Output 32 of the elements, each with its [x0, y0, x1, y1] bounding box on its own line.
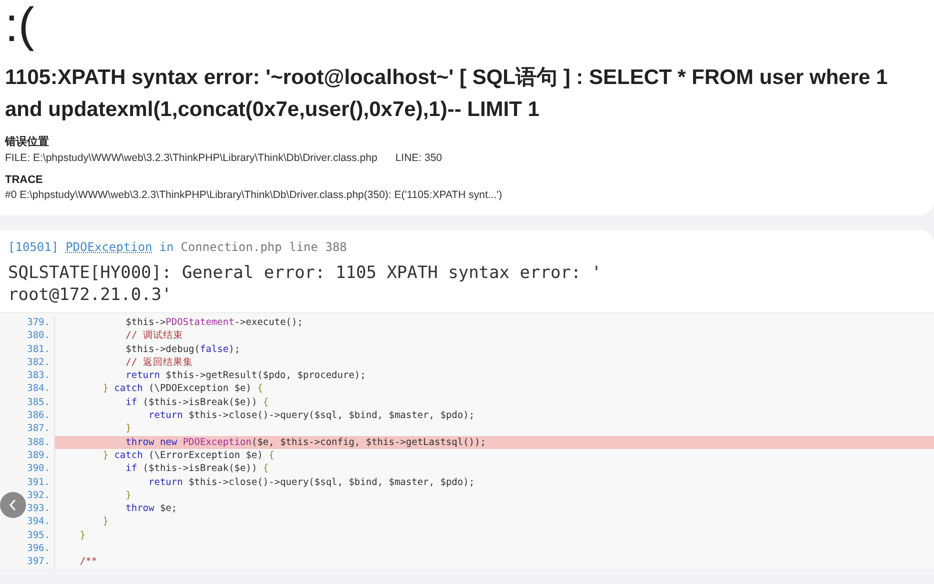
- error-code: [10501]: [8, 240, 59, 254]
- code-line: // 调试结束: [124, 329, 183, 343]
- code-line: throw $e;: [124, 502, 178, 516]
- section-heading: 错误位置: [5, 134, 50, 149]
- section-heading: TRACE: [5, 174, 44, 186]
- code-line: $this->PDOStatement->execute();: [124, 316, 303, 330]
- file-path: FILE: E:\phpstudy\WWW\web\3.2.3\ThinkPHP\Library\Think\Db\Driver.class.php: [5, 152, 378, 164]
- chevron-left-icon: [9, 499, 17, 511]
- code-line: }: [78, 528, 86, 542]
- code-line: /**: [78, 555, 98, 569]
- line-number-text: LINE: 350: [395, 152, 442, 164]
- code-line: } catch (\PDOException $e) {: [102, 382, 263, 396]
- sad-face-text: :(: [5, 0, 36, 52]
- code-line: }: [102, 515, 108, 529]
- code-line: if ($this->isBreak($e)) {: [124, 396, 269, 410]
- in-label: in: [159, 240, 174, 254]
- code-line: if ($this->isBreak($e)) {: [124, 462, 269, 476]
- code-line: return $this->getResult($pdo, $procedure);: [124, 369, 366, 382]
- exception-link[interactable]: PDOException: [66, 240, 152, 254]
- error-message: 1105:XPATH syntax error: '~root@localhost~' [ SQL语句 ] : SELECT * FROM user where 1 and updatexml(1,concat(0x7e,user(),0x7e),1)-- LIMIT 1: [5, 65, 889, 123]
- code-line: return $this->close()->query($sql, $bind, $master, $pdo);: [148, 476, 475, 489]
- code-line: } catch (\ErrorException $e) {: [102, 448, 274, 462]
- code-line: return $this->close()->query($sql, $bind, $master, $pdo);: [148, 409, 475, 422]
- trace-line: #0 E:\phpstudy\WWW\web\3.2.3\ThinkPHP\Library\Think\Db\Driver.class.php(350): E('1105:XPATH synt...'): [5, 189, 504, 201]
- line-number: 388.: [0, 436, 55, 449]
- exception-message: SQLSTATE[HY000]: General error: 1105 XPATH syntax error: ' root@172.21.0.3': [7, 262, 603, 307]
- code-line: }: [124, 422, 132, 436]
- code-line: // 返回结果集: [124, 356, 193, 370]
- source-file: Connection.php line 388: [180, 240, 347, 254]
- code-line: throw new PDOException($e, $this->config, $this->getLastsql());: [124, 436, 486, 449]
- code-line: }: [124, 488, 132, 502]
- code-line: $this->debug(false);: [124, 342, 240, 356]
